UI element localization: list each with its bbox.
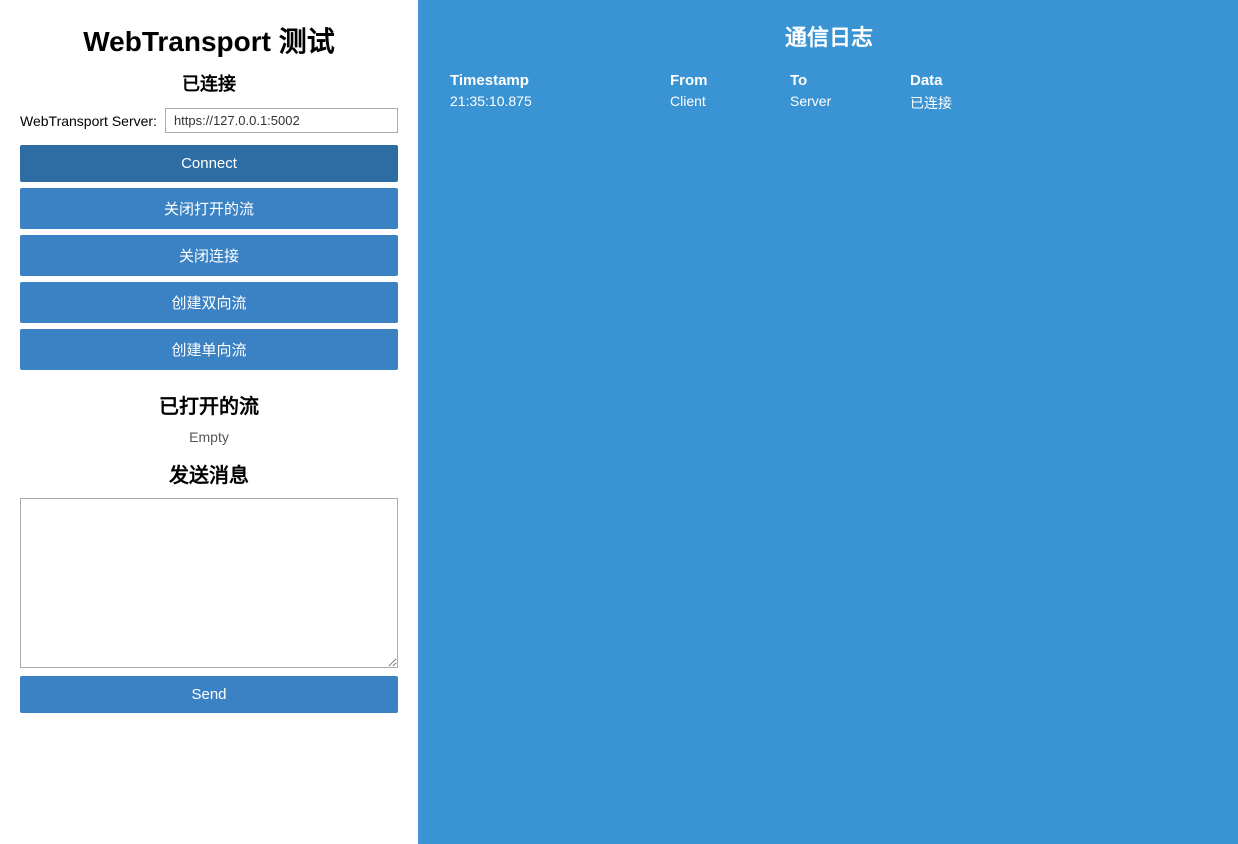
app-title: WebTransport 测试 xyxy=(20,20,398,60)
close-streams-button[interactable]: 关闭打开的流 xyxy=(20,188,398,229)
server-row: WebTransport Server: xyxy=(20,108,398,133)
send-button[interactable]: Send xyxy=(20,676,398,713)
log-cell-timestamp: 21:35:10.875 xyxy=(450,93,670,113)
server-label: WebTransport Server: xyxy=(20,113,157,129)
create-bidirectional-button[interactable]: 创建双向流 xyxy=(20,282,398,323)
log-cell-to: Server xyxy=(790,93,910,113)
streams-empty-label: Empty xyxy=(20,429,398,445)
col-from: From xyxy=(670,72,790,93)
message-textarea[interactable] xyxy=(20,498,398,668)
log-cell-from: Client xyxy=(670,93,790,113)
right-panel: 通信日志 Timestamp From To Data 21:35:10.875… xyxy=(420,0,1238,844)
left-panel: WebTransport 测试 已连接 WebTransport Server:… xyxy=(0,0,420,844)
log-row: 21:35:10.875ClientServer已连接 xyxy=(450,93,1208,113)
connect-button[interactable]: Connect xyxy=(20,145,398,182)
create-unidirectional-button[interactable]: 创建单向流 xyxy=(20,329,398,370)
log-cell-data: 已连接 xyxy=(910,93,1208,113)
close-connection-button[interactable]: 关闭连接 xyxy=(20,235,398,276)
log-title: 通信日志 xyxy=(450,20,1208,52)
col-to: To xyxy=(790,72,910,93)
col-timestamp: Timestamp xyxy=(450,72,670,93)
connection-status: 已连接 xyxy=(20,70,398,96)
server-input[interactable] xyxy=(165,108,398,133)
log-table: Timestamp From To Data 21:35:10.875Clien… xyxy=(450,72,1208,113)
streams-section-title: 已打开的流 xyxy=(20,390,398,419)
col-data: Data xyxy=(910,72,1208,93)
send-section-title: 发送消息 xyxy=(20,459,398,488)
